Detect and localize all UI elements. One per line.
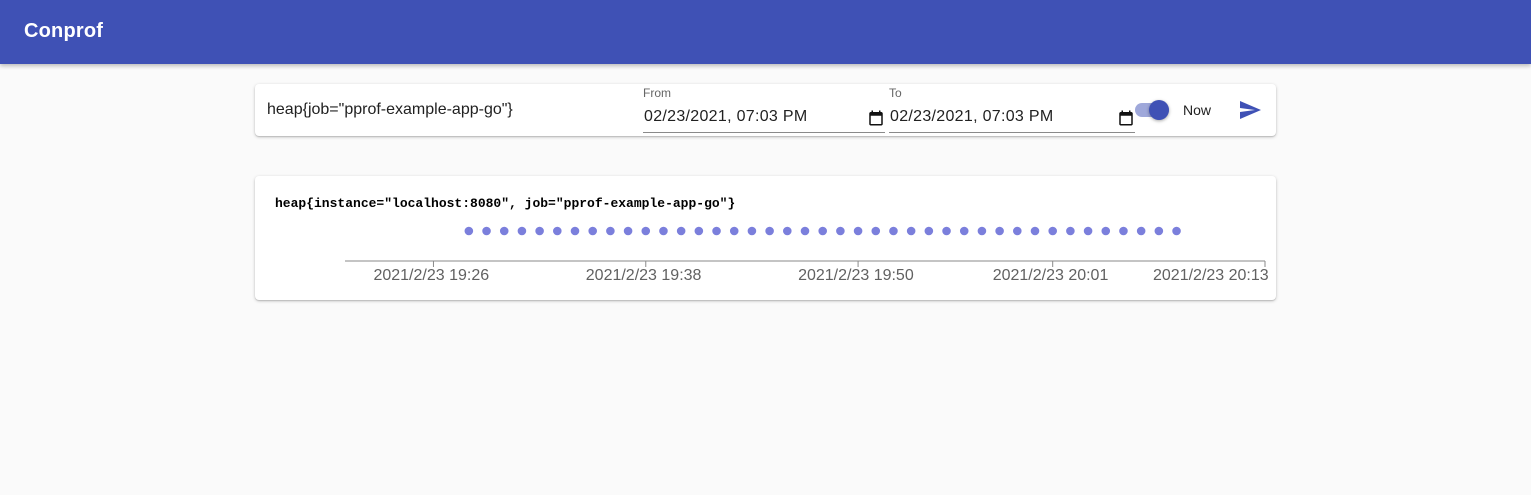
x-axis-tick-label: 2021/2/23 19:38 [586, 267, 702, 284]
query-card: From 02/23/2021, 07:03 PM To 02/23/2021,… [255, 84, 1276, 136]
profile-sample-point[interactable] [942, 226, 951, 236]
profile-sample-point[interactable] [1154, 226, 1164, 236]
query-input[interactable] [267, 98, 627, 122]
profile-sample-point[interactable] [1030, 226, 1040, 236]
x-axis-tick-label: 2021/2/23 19:26 [373, 267, 489, 284]
x-axis-tick-label: 2021/2/23 20:01 [993, 267, 1109, 284]
send-icon[interactable] [1237, 98, 1263, 122]
profile-sample-point[interactable] [499, 226, 509, 236]
app-title: Conprof [24, 20, 104, 42]
profile-sample-point[interactable] [889, 226, 898, 236]
profile-sample-point[interactable] [641, 226, 651, 236]
profile-sample-point[interactable] [553, 226, 562, 236]
profile-sample-point[interactable] [712, 226, 721, 236]
profile-sample-point[interactable] [729, 226, 739, 236]
profile-sample-point[interactable] [747, 226, 757, 236]
to-date-field[interactable]: 02/23/2021, 07:03 PM [889, 104, 1135, 133]
profile-sample-point[interactable] [1136, 226, 1146, 236]
profile-sample-point[interactable] [1048, 226, 1057, 236]
profile-sample-point[interactable] [836, 226, 845, 236]
profile-sample-point[interactable] [853, 226, 863, 236]
now-toggle[interactable] [1135, 98, 1171, 122]
app-bar: Conprof [0, 0, 1531, 64]
profile-sample-point[interactable] [765, 226, 774, 236]
calendar-icon[interactable] [1117, 109, 1135, 127]
profile-sample-point[interactable] [1013, 226, 1022, 236]
profile-sample-point[interactable] [676, 226, 686, 236]
to-date-value: 02/23/2021, 07:03 PM [890, 108, 1054, 125]
profile-sample-point[interactable] [464, 226, 474, 236]
profile-sample-point[interactable] [1066, 226, 1075, 236]
profile-sample-point[interactable] [588, 226, 597, 236]
profile-sample-point[interactable] [694, 226, 704, 236]
from-date-field[interactable]: 02/23/2021, 07:03 PM [643, 104, 885, 133]
profile-sample-point[interactable] [659, 226, 668, 236]
profile-sample-point[interactable] [818, 226, 827, 236]
calendar-icon[interactable] [867, 109, 885, 127]
from-date-value: 02/23/2021, 07:03 PM [644, 108, 808, 125]
profile-sample-point[interactable] [995, 226, 1004, 236]
profile-sample-point[interactable] [606, 226, 615, 236]
now-toggle-thumb [1149, 100, 1169, 120]
x-axis-tick-label: 2021/2/23 19:50 [798, 267, 914, 284]
profile-sample-point[interactable] [1172, 226, 1181, 236]
series-card: heap{instance="localhost:8080", job="ppr… [255, 176, 1276, 300]
profile-sample-point[interactable] [1083, 226, 1093, 236]
profile-sample-point[interactable] [924, 226, 934, 236]
profile-sample-point[interactable] [623, 226, 633, 236]
profile-sample-point[interactable] [783, 226, 792, 236]
to-label: To [889, 86, 902, 100]
profile-sample-point[interactable] [482, 226, 491, 236]
profile-sample-point[interactable] [1119, 226, 1128, 236]
profile-sample-point[interactable] [977, 226, 987, 236]
now-label: Now [1183, 102, 1212, 118]
from-label: From [643, 86, 671, 100]
x-axis-tick-label: 2021/2/23 20:13 [1153, 267, 1269, 284]
profile-sample-point[interactable] [800, 226, 810, 236]
profile-sample-point[interactable] [906, 226, 916, 236]
profile-sample-point[interactable] [570, 226, 580, 236]
profile-sample-point[interactable] [959, 226, 969, 236]
profile-sample-point[interactable] [517, 226, 527, 236]
profile-sample-point[interactable] [535, 226, 544, 236]
profile-sample-point[interactable] [871, 226, 881, 236]
profile-sample-point[interactable] [1101, 226, 1111, 236]
profile-timeline-chart: 2021/2/23 19:26 2021/2/23 19:38 2021/2/23 … [345, 226, 1269, 284]
